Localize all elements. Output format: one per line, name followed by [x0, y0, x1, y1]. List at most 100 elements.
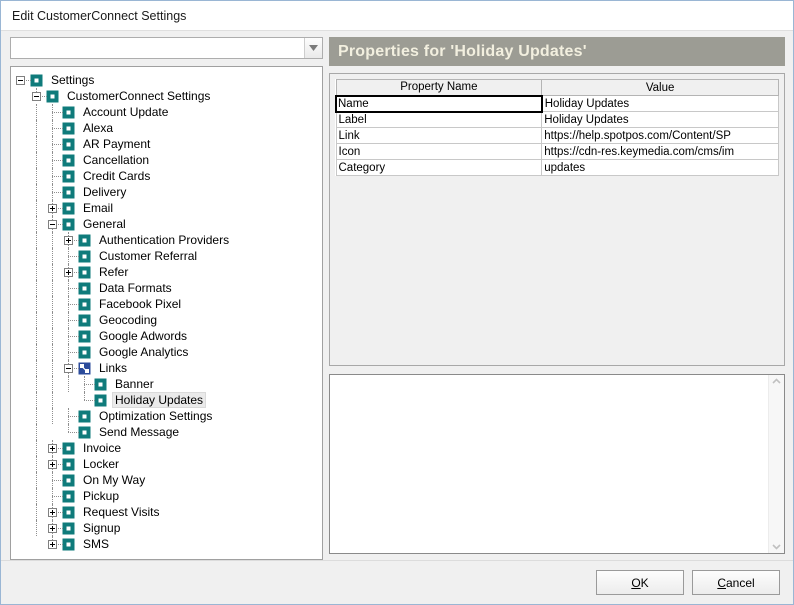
- tree-item-label: Customer Referral: [99, 248, 198, 263]
- scroll-up-icon[interactable]: [772, 378, 781, 384]
- table-row[interactable]: Name Holiday Updates: [335, 94, 779, 113]
- tree-item-links[interactable]: Links: [12, 360, 321, 376]
- settings-tree[interactable]: Settings CustomerConnect Settings Account …: [12, 68, 321, 558]
- tree-guide: [28, 456, 44, 472]
- tree-expander-plus-icon[interactable]: [60, 264, 79, 280]
- property-name-cell[interactable]: Name: [335, 94, 543, 113]
- teal-square-icon: [30, 74, 43, 86]
- cancel-button[interactable]: Cancel: [692, 570, 780, 595]
- chevron-down-icon[interactable]: [304, 38, 322, 58]
- tree-item-send-message[interactable]: Send Message: [12, 424, 321, 440]
- teal-square-icon: [78, 266, 91, 278]
- tree-item-pickup[interactable]: Pickup: [12, 488, 321, 504]
- tree-guide: [44, 376, 60, 392]
- grid-header-property-name[interactable]: Property Name: [335, 79, 543, 96]
- tree-guide: [28, 424, 44, 440]
- tree-expander-minus-icon[interactable]: [44, 216, 63, 232]
- tree-item-facebook-pixel[interactable]: Facebook Pixel: [12, 296, 321, 312]
- property-value-cell[interactable]: Holiday Updates: [541, 95, 779, 112]
- property-name-cell[interactable]: Link: [335, 127, 543, 144]
- tree-guide: [44, 424, 60, 440]
- tree-expander-minus-icon[interactable]: [60, 360, 79, 376]
- settings-tree-panel[interactable]: Settings CustomerConnect Settings Account …: [10, 66, 323, 560]
- tree-connector: [60, 424, 79, 440]
- property-value-cell[interactable]: updates: [541, 159, 779, 176]
- tree-expander-plus-icon[interactable]: [44, 200, 63, 216]
- tree-guide: [44, 296, 60, 312]
- tree-item-geocoding[interactable]: Geocoding: [12, 312, 321, 328]
- tree-expander-minus-icon[interactable]: [28, 88, 47, 104]
- tree-item-request-visits[interactable]: Request Visits: [12, 504, 321, 520]
- teal-square-icon: [94, 394, 107, 406]
- property-name-cell[interactable]: Icon: [335, 143, 543, 160]
- tree-item-banner[interactable]: Banner: [12, 376, 321, 392]
- tree-item-google-analytics[interactable]: Google Analytics: [12, 344, 321, 360]
- tree-item-data-formats[interactable]: Data Formats: [12, 280, 321, 296]
- tree-item-invoice[interactable]: Invoice: [12, 440, 321, 456]
- tree-item-holiday-updates[interactable]: Holiday Updates: [12, 392, 321, 408]
- settings-filter-input[interactable]: [11, 38, 304, 58]
- teal-square-icon: [62, 122, 75, 134]
- teal-square-icon: [62, 202, 75, 214]
- tree-item-authentication-providers[interactable]: Authentication Providers: [12, 232, 321, 248]
- tree-item-on-my-way[interactable]: On My Way: [12, 472, 321, 488]
- tree-item-customer-referral[interactable]: Customer Referral: [12, 248, 321, 264]
- tree-item-ar-payment[interactable]: AR Payment: [12, 136, 321, 152]
- tree-guide: [12, 200, 28, 216]
- tree-item-locker[interactable]: Locker: [12, 456, 321, 472]
- tree-connector: [44, 488, 63, 504]
- tree-item-optimization-settings[interactable]: Optimization Settings: [12, 408, 321, 424]
- tree-guide: [60, 376, 76, 392]
- tree-expander-plus-icon[interactable]: [44, 440, 63, 456]
- tree-expander-plus-icon[interactable]: [44, 520, 63, 536]
- property-value-cell[interactable]: https://cdn-res.keymedia.com/cms/im: [541, 143, 779, 160]
- tree-item-general[interactable]: General: [12, 216, 321, 232]
- table-row[interactable]: Category updates: [335, 159, 779, 176]
- tree-item-alexa[interactable]: Alexa: [12, 120, 321, 136]
- tree-expander-plus-icon[interactable]: [44, 456, 63, 472]
- dialog-footer: OK Cancel: [1, 560, 793, 604]
- notes-textarea[interactable]: [330, 375, 768, 553]
- tree-item-account-update[interactable]: Account Update: [12, 104, 321, 120]
- table-row[interactable]: Label Holiday Updates: [335, 111, 779, 128]
- teal-square-icon: [62, 154, 75, 166]
- property-name-cell[interactable]: Category: [335, 159, 543, 176]
- tree-item-delivery[interactable]: Delivery: [12, 184, 321, 200]
- tree-item-sms[interactable]: SMS: [12, 536, 321, 552]
- teal-square-icon: [62, 490, 75, 502]
- title-bar: Edit CustomerConnect Settings: [1, 1, 793, 31]
- property-value-cell[interactable]: https://help.spotpos.com/Content/SP: [541, 127, 779, 144]
- tree-item-label: Settings: [51, 72, 95, 87]
- notes-panel[interactable]: [329, 374, 785, 554]
- tree-item-customerconnect-settings[interactable]: CustomerConnect Settings: [12, 88, 321, 104]
- tree-item-google-adwords[interactable]: Google Adwords: [12, 328, 321, 344]
- tree-connector: [44, 184, 63, 200]
- notes-scrollbar[interactable]: [768, 375, 784, 553]
- table-row[interactable]: Link https://help.spotpos.com/Content/SP: [335, 127, 779, 144]
- tree-item-refer[interactable]: Refer: [12, 264, 321, 280]
- tree-guide: [44, 264, 60, 280]
- tree-item-email[interactable]: Email: [12, 200, 321, 216]
- tree-item-label: Delivery: [83, 184, 127, 199]
- tree-guide: [12, 296, 28, 312]
- tree-expander-minus-icon[interactable]: [12, 72, 31, 88]
- tree-guide: [12, 248, 28, 264]
- teal-square-icon: [62, 522, 75, 534]
- tree-connector: [44, 168, 63, 184]
- table-row[interactable]: Icon https://cdn-res.keymedia.com/cms/im: [335, 143, 779, 160]
- grid-header-value[interactable]: Value: [541, 79, 779, 96]
- scroll-down-icon[interactable]: [772, 544, 781, 550]
- properties-header-title: Properties for 'Holiday Updates': [338, 42, 587, 60]
- settings-filter-combo[interactable]: [10, 37, 323, 59]
- tree-expander-plus-icon[interactable]: [44, 504, 63, 520]
- ok-button[interactable]: OK: [596, 570, 684, 595]
- tree-item-signup[interactable]: Signup: [12, 520, 321, 536]
- property-name-cell[interactable]: Label: [335, 111, 543, 128]
- tree-item-credit-cards[interactable]: Credit Cards: [12, 168, 321, 184]
- tree-expander-plus-icon[interactable]: [44, 536, 63, 552]
- property-value-cell[interactable]: Holiday Updates: [541, 111, 779, 128]
- tree-item-settings[interactable]: Settings: [12, 72, 321, 88]
- tree-item-cancellation[interactable]: Cancellation: [12, 152, 321, 168]
- tree-expander-plus-icon[interactable]: [60, 232, 79, 248]
- properties-grid[interactable]: Property Name Value Name Holiday Updates L…: [335, 79, 779, 176]
